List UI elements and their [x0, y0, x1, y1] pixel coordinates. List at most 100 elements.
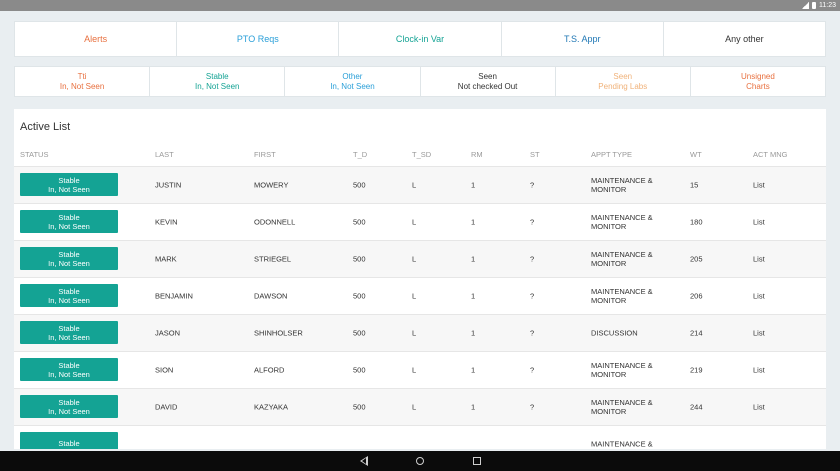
status-button[interactable]: Stable [20, 432, 118, 449]
table-row[interactable]: Stable In, Not Seen JASON SHINHOLSER 500 L 1? D… [14, 314, 826, 351]
cell-td: 500 [353, 365, 366, 375]
cell-st: ? [530, 365, 535, 375]
tab-pto-reqs[interactable]: PTO Reqs [177, 22, 340, 56]
cell-tsd: L [412, 365, 417, 375]
filter-tti-in-not-seen[interactable]: Tti In, Not Seen [15, 67, 151, 96]
cell-act-mng[interactable]: List [753, 292, 765, 301]
status-label: Stable [58, 175, 80, 185]
status-label: Stable [58, 212, 80, 222]
status-button[interactable]: Stable In, Not Seen [20, 358, 118, 381]
cell-appt-type: MAINTENANCE & MONITOR [591, 213, 653, 231]
status-sublabel: In, Not Seen [48, 406, 90, 416]
status-label: Stable [58, 323, 80, 333]
back-icon[interactable] [360, 456, 368, 466]
status-sublabel: In, Not Seen [48, 369, 90, 379]
tab-ts-appr[interactable]: T.S. Appr [502, 22, 664, 56]
status-button[interactable]: Stable In, Not Seen [20, 284, 118, 307]
cell-last: BENJAMIN [155, 291, 193, 301]
cell-appt-type: MAINTENANCE & [591, 439, 653, 449]
status-sublabel: In, Not Seen [48, 295, 90, 305]
cell-wt: 214 [690, 328, 703, 338]
cell-tsd: L [412, 328, 417, 338]
cell-last: JUSTIN [155, 180, 182, 190]
status-label: Stable [58, 439, 80, 448]
cell-tsd: L [412, 254, 417, 264]
status-sublabel: In, Not Seen [48, 184, 90, 194]
cell-first: MOWERY [254, 180, 289, 190]
cell-wt: 205 [690, 254, 703, 264]
cell-act-mng[interactable]: List [753, 255, 765, 264]
cell-tsd: L [412, 180, 417, 190]
table-row[interactable]: Stable In, Not Seen BENJAMIN DAWSON 500 L 1? MA… [14, 277, 826, 314]
cell-wt: 180 [690, 217, 703, 227]
status-filter-bar: Tti In, Not Seen Stable In, Not Seen Other… [14, 66, 826, 97]
cell-rm: 1 [471, 365, 476, 375]
status-button[interactable]: Stable In, Not Seen [20, 321, 118, 344]
status-button[interactable]: Stable In, Not Seen [20, 173, 118, 196]
cell-wt: 244 [690, 402, 703, 412]
cell-first: STRIEGEL [254, 254, 292, 264]
cell-rm: 1 [471, 402, 476, 412]
col-header-appt-type: APPT TYPE [591, 150, 632, 159]
col-header-rm: RM [471, 150, 483, 159]
cell-rm: 1 [471, 180, 476, 190]
status-label: Stable [58, 397, 80, 407]
status-button[interactable]: Stable In, Not Seen [20, 210, 118, 233]
cell-act-mng[interactable]: List [753, 218, 765, 227]
active-list-title: Active List [20, 121, 71, 133]
col-header-status: STATUS [20, 150, 49, 159]
tab-clock-in-var[interactable]: Clock-in Var [339, 22, 502, 56]
cell-td: 500 [353, 254, 366, 264]
cell-tsd: L [412, 402, 417, 412]
table-row[interactable]: Stable In, Not Seen DAVID KAZYAKA 500 L 1? MAIN… [14, 388, 826, 425]
col-header-wt: WT [690, 150, 702, 159]
col-header-st: ST [530, 150, 540, 159]
status-sublabel: In, Not Seen [48, 221, 90, 231]
cell-td: 500 [353, 328, 366, 338]
table-header: STATUS LAST FIRST T_D T_SD RM ST APPT TY… [14, 150, 826, 162]
recent-apps-icon[interactable] [473, 457, 481, 465]
table-row[interactable]: Stable In, Not Seen KEVIN ODONNELL 500 L 1? MAI… [14, 203, 826, 240]
home-icon[interactable] [416, 457, 424, 465]
cell-first: SHINHOLSER [254, 328, 303, 338]
cell-first: KAZYAKA [254, 402, 289, 412]
android-nav-bar [0, 451, 840, 471]
cell-act-mng[interactable]: List [753, 181, 765, 190]
system-status-bar: 11:23 [0, 0, 840, 11]
table-row[interactable]: Stable In, Not Seen MARK STRIEGEL 500 L 1? MAIN… [14, 240, 826, 277]
filter-seen-not-checked-out[interactable]: Seen Not checked Out [421, 67, 556, 96]
filter-other-in-not-seen[interactable]: Other In, Not Seen [285, 67, 421, 96]
cell-st: ? [530, 180, 535, 190]
cell-last: SION [155, 365, 174, 375]
cell-tsd: L [412, 217, 417, 227]
col-header-first: FIRST [254, 150, 276, 159]
cell-tsd: L [412, 291, 417, 301]
status-sublabel: In, Not Seen [48, 332, 90, 342]
tab-alerts[interactable]: Alerts [15, 22, 178, 56]
table-row[interactable]: Stable In, Not Seen SION ALFORD 500 L 1? MAINTE… [14, 351, 826, 388]
cell-appt-type: MAINTENANCE & MONITOR [591, 176, 653, 194]
filter-stable-in-not-seen[interactable]: Stable In, Not Seen [150, 67, 286, 96]
clock-time: 11:23 [819, 2, 836, 9]
status-label: Stable [58, 360, 80, 370]
cell-first: DAWSON [254, 291, 288, 301]
tab-any-other[interactable]: Any other [664, 22, 825, 56]
cell-rm: 1 [471, 217, 476, 227]
col-header-act-mng: ACT MNG [753, 150, 788, 159]
cell-act-mng[interactable]: List [753, 366, 765, 375]
cell-last: KEVIN [155, 217, 178, 227]
table-row[interactable]: Stable In, Not Seen JUSTIN MOWERY 500 L 1? MAIN… [14, 166, 826, 203]
table-row[interactable]: Stable MAINTENANCE & [14, 425, 826, 449]
filter-seen-pending-labs[interactable]: Seen Pending Labs [556, 67, 691, 96]
filter-unsigned-charts[interactable]: Unsigned Charts [691, 67, 825, 96]
cell-first: ODONNELL [254, 217, 296, 227]
cell-act-mng[interactable]: List [753, 329, 765, 338]
cell-wt: 206 [690, 291, 703, 301]
status-button[interactable]: Stable In, Not Seen [20, 395, 118, 418]
status-button[interactable]: Stable In, Not Seen [20, 247, 118, 270]
cell-act-mng[interactable]: List [753, 403, 765, 412]
cell-last: DAVID [155, 402, 178, 412]
cell-st: ? [530, 217, 535, 227]
cell-rm: 1 [471, 291, 476, 301]
cell-rm: 1 [471, 328, 476, 338]
